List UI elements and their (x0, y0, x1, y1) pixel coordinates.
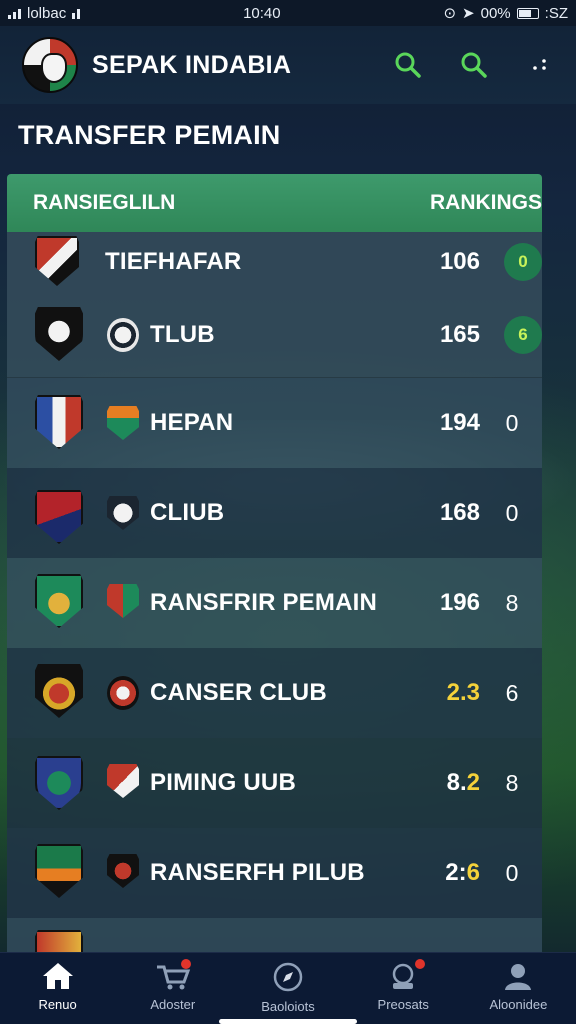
home-indicator (219, 1019, 357, 1024)
app-title: SEPAK INDABIA (92, 50, 292, 79)
nav-label: Aloonidee (489, 997, 548, 1012)
club-crest (35, 844, 83, 898)
nav-item-explore[interactable]: Baoloiots (230, 953, 345, 1024)
nav-item-cart[interactable]: Adoster (115, 953, 230, 1024)
status-extra: :SZ (544, 4, 568, 22)
club-score: 168 (439, 499, 480, 526)
club-crest (35, 395, 83, 449)
notification-dot (414, 959, 425, 969)
table-header: RANSIEGLILN RANKINGS (7, 174, 542, 232)
status-left: lolbac (8, 4, 81, 22)
column-header-club: RANSIEGLILN (33, 191, 176, 214)
search-button[interactable] (394, 51, 422, 79)
rankings-panel: RANSIEGLILN RANKINGS TIEFHAFAR 106 0 TLU… (7, 174, 542, 954)
bottom-nav: Renuo Adoster Baoloiots Preosats Aloonid… (0, 952, 576, 1024)
location-icon: ➤ (462, 5, 475, 22)
club-badge (107, 584, 139, 618)
score-highlight: 2 (466, 769, 480, 796)
club-badge (107, 496, 139, 530)
rank-badge: 0 (504, 243, 542, 281)
clock: 10:40 (243, 4, 281, 22)
club-badge (107, 676, 139, 710)
table-row[interactable]: CLIUB 168 0 (7, 468, 542, 558)
club-score: 196 (439, 589, 480, 616)
profile-icon (505, 964, 532, 990)
search-icon (461, 52, 487, 78)
club-crest (35, 574, 83, 628)
nav-label: Baoloiots (261, 999, 315, 1014)
status-right: ⊙ ➤ 00% :SZ (443, 4, 568, 23)
club-crest (35, 756, 83, 810)
club-score: 106 (439, 248, 480, 275)
club-score: 165 (439, 320, 480, 348)
club-score: 8.2 (447, 769, 480, 797)
club-crest (35, 664, 83, 718)
club-crest (35, 490, 83, 544)
rank-value: 0 (505, 499, 519, 526)
nav-item-profile[interactable]: Aloonidee (461, 953, 576, 1024)
club-crest (35, 930, 83, 954)
table-row[interactable]: RANSFRIR PEMAIN 196 8 (7, 558, 542, 648)
club-name: TIEFHAFAR (105, 248, 242, 275)
club-name: RANSERFH PILUB (150, 859, 365, 886)
club-badge (107, 764, 139, 798)
nav-label: Adoster (150, 997, 196, 1012)
club-crest (35, 307, 83, 361)
search-icon (395, 52, 421, 78)
score-prefix: 2: (445, 859, 467, 886)
app-logo (22, 37, 78, 93)
club-crest (35, 236, 79, 286)
header-actions (394, 51, 554, 79)
club-name: PIMING UUB (150, 769, 296, 796)
compass-icon (273, 962, 303, 992)
nav-label: Preosats (377, 997, 429, 1012)
column-header-rankings: RANKINGS (429, 191, 542, 214)
section-title: TRANSFER PEMAIN (18, 120, 281, 150)
club-score: 2.3 (447, 679, 480, 707)
club-name: HEPAN (150, 409, 234, 436)
club-name: TLUB (150, 320, 215, 348)
carrier-label: lolbac (27, 4, 67, 22)
home-icon (42, 963, 73, 989)
nav-item-home[interactable]: Renuo (0, 953, 115, 1024)
table-row[interactable]: PIMING UUB 8.2 8 (7, 738, 542, 828)
table-row[interactable]: HEPAN 194 0 (7, 378, 542, 468)
club-badge (107, 318, 139, 352)
rank-value: 0 (505, 409, 519, 436)
club-badge (107, 854, 139, 888)
score-highlight: 2.3 (446, 679, 480, 706)
signal-icon (8, 7, 21, 19)
table-row[interactable]: TIEFHAFAR 106 0 (7, 232, 542, 292)
rank-value: 0 (505, 859, 519, 886)
club-name: RANSFRIR PEMAIN (150, 589, 378, 616)
settings-status-icon: ⊙ (443, 5, 457, 22)
club-name: CLIUB (150, 499, 225, 526)
nav-label: Renuo (38, 997, 77, 1012)
more-icon (533, 59, 546, 70)
battery-icon (516, 7, 539, 19)
table-row-partial[interactable] (7, 918, 542, 954)
club-badge (107, 406, 139, 440)
score-highlight: 6 (466, 859, 480, 886)
app-header: SEPAK INDABIA (0, 26, 576, 104)
nav-item-transfers[interactable]: Preosats (346, 953, 461, 1024)
table-row[interactable]: CANSER CLUB 2.3 6 (7, 648, 542, 738)
battery-percent: 00% (480, 4, 511, 22)
signal-icon-2 (72, 7, 81, 19)
more-options-button[interactable] (526, 51, 554, 79)
club-score: 2:6 (445, 859, 480, 887)
rank-value: 8 (505, 769, 519, 796)
rank-value: 8 (505, 589, 519, 616)
club-name: CANSER CLUB (150, 679, 327, 706)
status-bar: lolbac 10:40 ⊙ ➤ 00% :SZ (0, 0, 576, 26)
rank-value: 6 (505, 679, 519, 706)
table-row[interactable]: TLUB 165 6 (7, 292, 542, 378)
score-prefix: 8. (446, 769, 467, 796)
table-row[interactable]: RANSERFH PILUB 2:6 0 (7, 828, 542, 918)
search-button-2[interactable] (460, 51, 488, 79)
rank-badge: 6 (504, 315, 542, 354)
club-score: 194 (439, 409, 480, 436)
